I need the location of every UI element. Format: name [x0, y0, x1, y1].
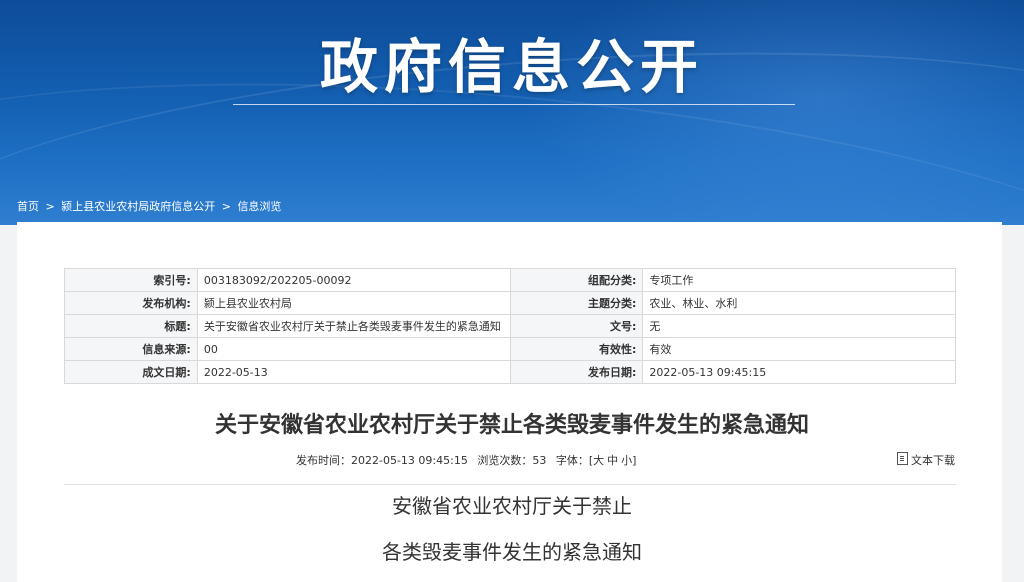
- breadcrumb-home[interactable]: 首页: [17, 200, 39, 213]
- divider: [64, 484, 956, 485]
- publish-time: 发布时间：2022-05-13 09:45:15: [296, 454, 468, 467]
- table-row: 标题: 关于安徽省农业农村厅关于禁止各类毁麦事件发生的紧急通知 文号: 无: [64, 314, 956, 338]
- download-label: 文本下载: [911, 454, 955, 467]
- breadcrumb: 首页 > 颍上县农业农村局政府信息公开 > 信息浏览: [17, 198, 284, 214]
- breadcrumb-separator: >: [45, 200, 55, 213]
- meta-key: 文号:: [509, 314, 644, 338]
- table-row: 信息来源: 00 有效性: 有效: [64, 337, 956, 361]
- meta-key: 发布日期:: [509, 360, 644, 384]
- meta-key: 有效性:: [509, 337, 644, 361]
- body-heading-line: 各类毁麦事件发生的紧急通知: [382, 540, 642, 564]
- table-row: 成文日期: 2022-05-13 发布日期: 2022-05-13 09:45:…: [64, 360, 956, 384]
- meta-key: 成文日期:: [64, 360, 198, 384]
- table-row: 发布机构: 颍上县农业农村局 主题分类: 农业、林业、水利: [64, 291, 956, 315]
- meta-value: 农业、林业、水利: [642, 291, 956, 315]
- meta-value: 颍上县农业农村局: [196, 291, 511, 315]
- font-medium-button[interactable]: 中: [607, 454, 618, 467]
- banner-title: 政府信息公开: [319, 33, 704, 101]
- article-title: 关于安徽省农业农村厅关于禁止各类毁麦事件发生的紧急通知: [214, 413, 809, 438]
- header-banner: 政府信息公开 首页 > 颍上县农业农村局政府信息公开 > 信息浏览: [0, 0, 1024, 225]
- font-small-button[interactable]: 小: [621, 454, 632, 467]
- breadcrumb-current: 信息浏览: [237, 200, 282, 213]
- meta-key: 标题:: [64, 314, 198, 338]
- document-icon: [897, 452, 908, 465]
- meta-key: 索引号:: [64, 268, 198, 292]
- meta-value: 2022-05-13 09:45:15: [642, 360, 956, 384]
- download-button[interactable]: 文本下载: [897, 452, 955, 468]
- breadcrumb-section[interactable]: 颍上县农业农村局政府信息公开: [61, 200, 215, 213]
- body-heading-line: 安徽省农业农村厅关于禁止: [392, 494, 632, 518]
- meta-value: 003183092/202205-00092: [196, 268, 511, 292]
- banner-divider: [233, 104, 795, 105]
- meta-key: 主题分类:: [509, 291, 644, 315]
- meta-key: 信息来源:: [64, 337, 198, 361]
- meta-value: 关于安徽省农业农村厅关于禁止各类毁麦事件发生的紧急通知: [196, 314, 511, 338]
- font-size-label: 字体：[: [555, 454, 594, 467]
- meta-value: 无: [642, 314, 956, 338]
- font-size-bracket: ]: [632, 454, 637, 467]
- meta-value: 有效: [642, 337, 956, 361]
- font-large-button[interactable]: 大: [593, 454, 604, 467]
- meta-value: 00: [196, 337, 511, 361]
- meta-key: 组配分类:: [509, 268, 644, 292]
- metadata-table: 索引号: 003183092/202205-00092 组配分类: 专项工作 发…: [64, 268, 956, 384]
- meta-value: 2022-05-13: [196, 360, 511, 384]
- meta-key: 发布机构:: [64, 291, 198, 315]
- view-count: 浏览次数：53: [477, 454, 547, 467]
- breadcrumb-separator: >: [221, 200, 231, 213]
- font-size-control: 字体：[大中小]: [556, 454, 637, 467]
- table-row: 索引号: 003183092/202205-00092 组配分类: 专项工作: [64, 268, 956, 292]
- article-info: 发布时间：2022-05-13 09:45:15 浏览次数：53 字体：[大中小…: [296, 452, 642, 468]
- meta-value: 专项工作: [642, 268, 956, 292]
